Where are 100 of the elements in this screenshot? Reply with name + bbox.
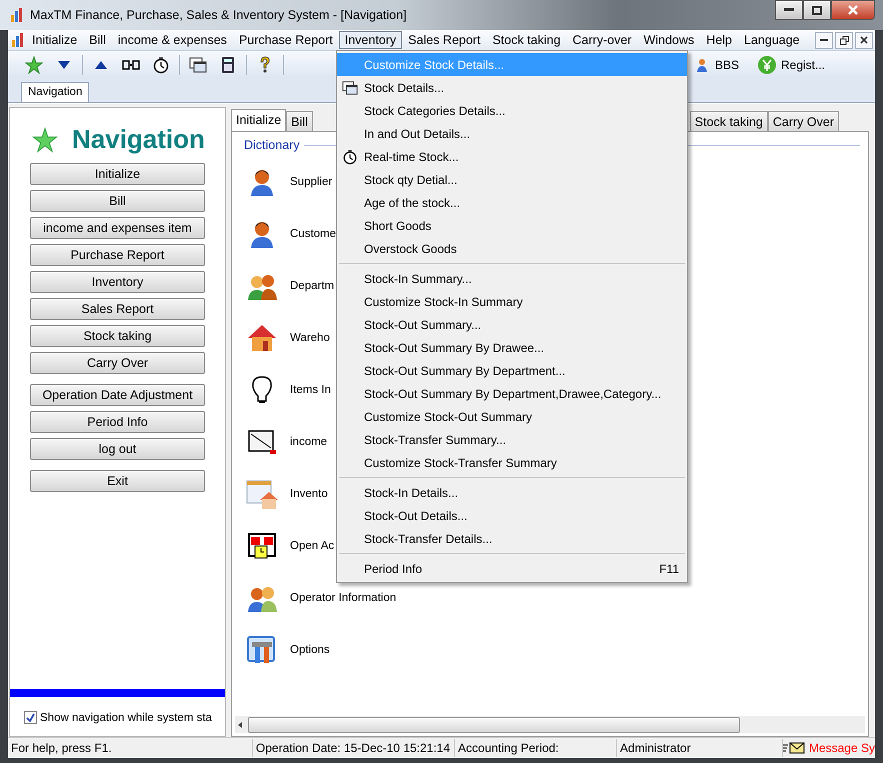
window-title: MaxTM Finance, Purchase, Sales & Inventory System - [Navigation] bbox=[30, 8, 408, 22]
status-text: Operation Date: 15-Dec-10 15:21:14 bbox=[252, 739, 456, 757]
menu-item[interactable]: Carry-over bbox=[566, 31, 638, 49]
menu-item[interactable]: Customize Stock-Out Summary bbox=[337, 405, 687, 428]
dictionary-link[interactable]: income bbox=[290, 436, 328, 448]
horizontal-scrollbar[interactable] bbox=[235, 716, 865, 733]
status-text: Accounting Period: bbox=[455, 739, 618, 757]
menu-item[interactable]: Stock-Out Details... bbox=[337, 504, 687, 527]
menu-item[interactable]: Real-time Stock... bbox=[337, 145, 687, 168]
close-button[interactable] bbox=[831, 0, 875, 20]
stopwatch-icon bbox=[342, 149, 358, 165]
dictionary-link[interactable]: Wareho bbox=[290, 332, 330, 344]
close-icon bbox=[848, 5, 858, 15]
menu-item[interactable]: Initialize bbox=[26, 31, 84, 49]
toolbar-button[interactable]: BBS bbox=[692, 56, 743, 74]
menu-item[interactable]: Stock-In Details... bbox=[337, 481, 687, 504]
star-icon bbox=[25, 56, 43, 74]
status-text: For help, press F1. bbox=[8, 739, 253, 757]
menu-item[interactable]: Stock-Out Summary By Drawee... bbox=[337, 336, 687, 359]
close-button[interactable] bbox=[855, 32, 873, 48]
navigation-button[interactable]: Inventory bbox=[30, 271, 205, 293]
menu-item[interactable]: Stock-Out Summary By Department... bbox=[337, 359, 687, 382]
message-link[interactable]: Message Sy bbox=[782, 741, 875, 755]
menu-item[interactable]: Age of the stock... bbox=[337, 191, 687, 214]
menu-item[interactable]: Purchase Report bbox=[232, 31, 339, 49]
menu-item[interactable]: income & expenses bbox=[112, 31, 233, 49]
menu-item[interactable]: Bill bbox=[83, 31, 112, 49]
maximize-icon bbox=[812, 6, 822, 14]
menu-item[interactable]: Customize Stock-In Summary bbox=[337, 290, 687, 313]
navigation-button[interactable]: Bill bbox=[30, 190, 205, 212]
dictionary-link[interactable]: Options bbox=[290, 644, 330, 656]
navigation-button[interactable]: Initialize bbox=[30, 163, 205, 185]
tab[interactable]: Stock taking bbox=[690, 111, 768, 131]
check-icon bbox=[26, 713, 35, 722]
dictionary-link[interactable]: Items In bbox=[290, 384, 331, 396]
group-title: Dictionary bbox=[244, 138, 300, 152]
menu-item[interactable]: Windows bbox=[638, 31, 700, 49]
navigation-button[interactable]: Carry Over bbox=[30, 352, 205, 374]
minimize-icon bbox=[820, 38, 828, 42]
menu-item[interactable]: Stock-Transfer Details... bbox=[337, 527, 687, 550]
menu-item[interactable]: Customize Stock-Transfer Summary bbox=[337, 451, 687, 474]
tab[interactable]: Initialize bbox=[231, 109, 286, 131]
window-icon bbox=[342, 80, 358, 96]
app-icon bbox=[10, 32, 26, 48]
close-icon bbox=[860, 36, 868, 44]
dictionary-link[interactable]: Departm bbox=[290, 280, 334, 292]
stopwatch-icon bbox=[152, 56, 170, 74]
envelope-icon bbox=[782, 742, 805, 754]
menu-item[interactable]: Stock Details... bbox=[337, 76, 687, 99]
menu-item[interactable]: Stock taking bbox=[486, 31, 567, 49]
minimize-button[interactable] bbox=[775, 0, 803, 20]
star-icon bbox=[32, 126, 58, 152]
dictionary-link[interactable]: Invento bbox=[290, 488, 328, 500]
navigation-button[interactable]: income and expenses item bbox=[30, 217, 205, 239]
menu-item[interactable]: Stock qty Detial... bbox=[337, 168, 687, 191]
star-button[interactable] bbox=[22, 54, 46, 76]
navigation-title: Navigation bbox=[72, 124, 205, 155]
minimize-button[interactable] bbox=[815, 32, 833, 48]
tab[interactable]: Carry Over bbox=[768, 111, 839, 131]
menu-item[interactable]: Language bbox=[738, 31, 806, 49]
app-icon bbox=[10, 7, 24, 23]
menu-item[interactable]: Stock-Transfer Summary... bbox=[337, 428, 687, 451]
dictionary-link[interactable]: Supplier bbox=[290, 176, 332, 188]
navigation-button[interactable]: Operation Date Adjustment bbox=[30, 384, 205, 406]
menu-item[interactable]: Sales Report bbox=[402, 31, 486, 49]
calculator-icon bbox=[219, 56, 237, 74]
checkbox[interactable] bbox=[24, 711, 37, 724]
navigation-button[interactable]: Purchase Report bbox=[30, 244, 205, 266]
restore-icon bbox=[840, 36, 848, 44]
navigation-button[interactable]: Period Info bbox=[30, 411, 205, 433]
toolbar-button[interactable]: Regist... bbox=[752, 52, 829, 76]
menu-item[interactable]: In and Out Details... bbox=[337, 122, 687, 145]
menu-item[interactable]: Overstock Goods bbox=[337, 237, 687, 260]
dictionary-link[interactable]: Open Ac bbox=[290, 540, 334, 552]
dictionary-link[interactable]: Operator Information bbox=[290, 592, 396, 604]
menu-item[interactable]: Inventory bbox=[338, 31, 402, 49]
house-icon[interactable] bbox=[246, 322, 278, 354]
tools-icon[interactable] bbox=[246, 634, 278, 666]
menu-item[interactable]: Stock-Out Summary By Department,Drawee,Category... bbox=[337, 382, 687, 405]
checkbox-label: Show navigation while system sta bbox=[40, 712, 212, 724]
navigation-button[interactable]: log out bbox=[30, 438, 205, 460]
dictionary-link[interactable]: Custome bbox=[290, 228, 336, 240]
tab[interactable]: Bill bbox=[286, 111, 313, 131]
status-text: Administrator bbox=[617, 739, 783, 757]
yen-coin-icon bbox=[756, 54, 777, 74]
navigation-button[interactable]: Sales Report bbox=[30, 298, 205, 320]
maximize-button[interactable] bbox=[803, 0, 831, 20]
menu-item[interactable]: Help bbox=[700, 31, 738, 49]
menu-item[interactable]: Period Info F11 bbox=[337, 557, 687, 580]
document-tab[interactable]: Navigation bbox=[21, 82, 90, 102]
window-icon bbox=[189, 56, 207, 74]
menu-item[interactable]: Short Goods bbox=[337, 214, 687, 237]
menu-item[interactable]: Stock Categories Details... bbox=[337, 99, 687, 122]
navigation-button[interactable]: Stock taking bbox=[30, 325, 205, 347]
menu-item[interactable]: Stock-In Summary... bbox=[337, 267, 687, 290]
menu-item[interactable]: Stock-Out Summary... bbox=[337, 313, 687, 336]
restore-button[interactable] bbox=[835, 32, 853, 48]
minimize-icon bbox=[784, 8, 794, 12]
calendar-house-icon[interactable] bbox=[246, 478, 278, 510]
navigation-button[interactable]: Exit bbox=[30, 470, 205, 492]
